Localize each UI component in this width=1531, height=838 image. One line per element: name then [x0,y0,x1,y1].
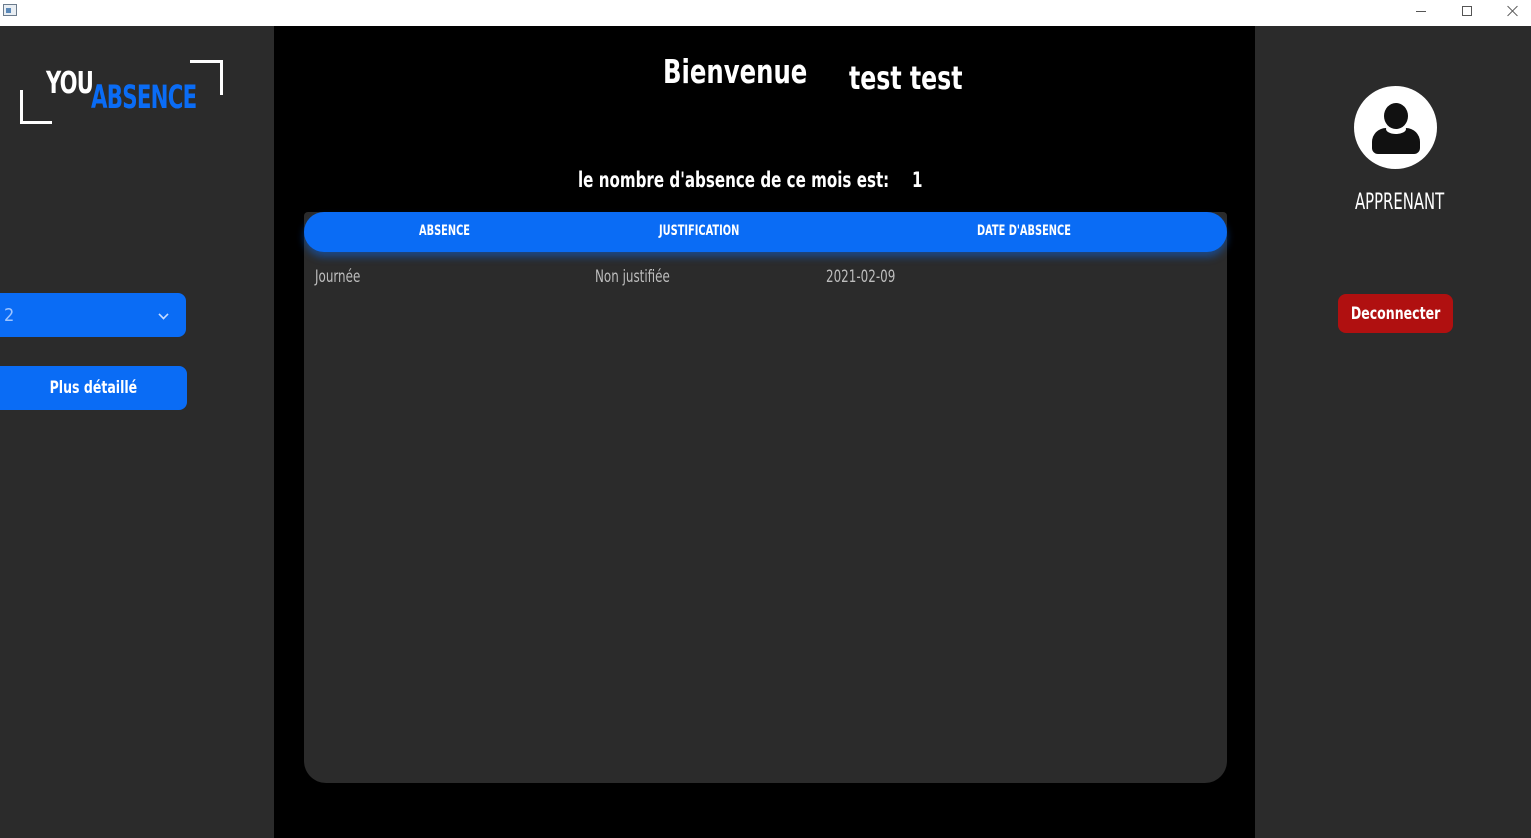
cell-absence: Journée [315,267,361,287]
maximize-button[interactable] [1444,0,1490,22]
column-header-justification[interactable]: JUSTIFICATION [659,223,739,239]
column-header-date[interactable]: DATE D'ABSENCE [977,223,1071,239]
user-avatar-icon [1354,86,1437,169]
app-logo: YOU ABSENCE [20,60,224,126]
avatar-head-shape [1384,103,1408,129]
left-sidebar: YOU ABSENCE 2 Plus détaillé [0,26,274,838]
minimize-button[interactable] [1398,0,1444,22]
chevron-down-icon [158,309,169,320]
logout-label: Deconnecter [1350,303,1441,324]
maximize-icon [1462,6,1472,16]
app-window-icon [3,4,17,16]
absence-count-value: 1 [912,168,923,192]
cell-date: 2021-02-09 [826,267,896,287]
absence-table: ABSENCE JUSTIFICATION DATE D'ABSENCE Jou… [304,212,1227,783]
month-select-value: 2 [4,304,15,326]
welcome-text: Bienvenue [663,52,808,91]
absence-count-label: le nombre d'absence de ce mois est: [578,168,890,192]
logo-text-you: YOU [46,66,94,101]
close-icon [1507,5,1519,17]
logout-button[interactable]: Deconnecter [1338,294,1453,333]
main-content: Bienvenue test test le nombre d'absence … [274,26,1255,838]
table-header: ABSENCE JUSTIFICATION DATE D'ABSENCE [304,212,1227,252]
user-role-label: APPRENANT [1355,190,1445,215]
username-text: test test [849,59,963,97]
column-header-absence[interactable]: ABSENCE [419,223,470,239]
logo-text-absence: ABSENCE [91,78,197,116]
month-select[interactable]: 2 [0,293,186,337]
more-details-label: Plus détaillé [49,378,138,398]
minimize-icon [1416,10,1426,12]
window-titlebar [0,0,1531,26]
close-button[interactable] [1490,0,1531,22]
more-details-button[interactable]: Plus détaillé [0,366,187,410]
cell-justification: Non justifiée [595,267,670,287]
table-row[interactable]: Journée Non justifiée 2021-02-09 [304,264,1227,292]
user-panel: APPRENANT Deconnecter [1255,26,1531,838]
